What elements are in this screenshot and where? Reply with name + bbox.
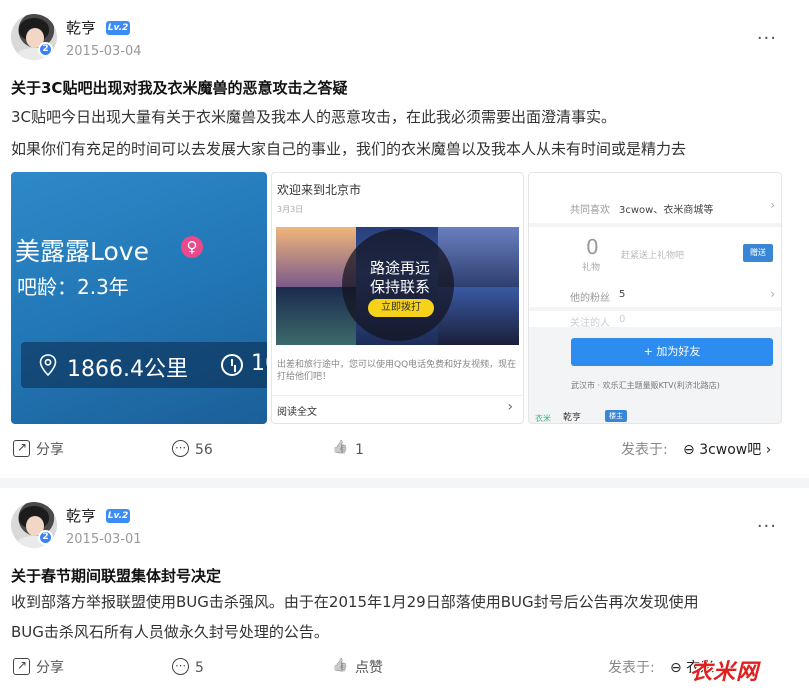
chevron-right-icon: ›: [507, 399, 513, 415]
comment-button[interactable]: 56: [172, 438, 213, 460]
chevron-right-icon: ›: [770, 198, 775, 212]
add-friend-button: + 加为好友: [571, 338, 773, 366]
female-icon: ♀: [181, 236, 203, 258]
send-gift-button: 赠送: [743, 244, 773, 262]
post-image-article[interactable]: 欢迎来到北京市 3月3日 路途再远 保持联系 立即拨打 出差和旅行途中，您可以使…: [271, 172, 524, 424]
thumbs-up-icon: [332, 440, 349, 457]
forum-name: 3cwow吧: [699, 442, 762, 458]
common-label: 共同喜欢: [570, 205, 610, 216]
site-watermark: 衣米网: [690, 660, 760, 685]
follow-label: 关注的人: [570, 318, 610, 329]
common-value: 3cwow、衣米商城等: [619, 205, 714, 216]
post-card: 2 乾亨 Lv.2 2015-03-04 ··· 关于3C贴吧出现对我及衣米魔兽…: [0, 0, 809, 478]
profile-age: 吧龄：2.3年: [17, 275, 129, 299]
post-actions: 分享 5 点赞 发表于: ⊖ 衣米: [0, 655, 809, 688]
chevron-right-icon: ›: [770, 287, 775, 301]
share-label: 分享: [36, 660, 64, 676]
forum-link[interactable]: ⊖ 3cwow吧 ›: [683, 440, 771, 460]
clock-icon: [221, 354, 243, 376]
call-button: 立即拨打: [368, 299, 434, 317]
city-photo-collage: 路途再远 保持联系 立即拨打: [276, 227, 519, 345]
article-message: 出差和旅行途中，您可以使用QQ电话免费和好友视频，现在打给他们吧！: [277, 360, 517, 382]
verified-badge-icon: 2: [38, 530, 53, 545]
post-image-profile[interactable]: 美露露Love ♀ 吧龄：2.3年 1866.4公里 10: [11, 172, 267, 424]
follow-value: 0: [619, 314, 626, 325]
gift-count: 0: [586, 235, 599, 259]
fans-label: 他的粉丝: [570, 293, 610, 304]
common-row: 共同喜欢 3cwow、衣米商城等 ›: [529, 173, 781, 223]
bottom-author: 乾亨: [563, 413, 582, 423]
share-icon: [13, 437, 30, 457]
distance-value: 1866.4公里: [67, 357, 188, 382]
read-all-link: 阅读全文: [277, 407, 317, 418]
like-label: 点赞: [355, 660, 383, 676]
like-button[interactable]: 1: [332, 440, 364, 460]
app-tag: 衣米: [535, 414, 551, 423]
post-body-line: 收到部落方举报联盟使用BUG击杀强风。由于在2015年1月29日部落使用BUG封…: [11, 593, 699, 611]
post-card: 2 乾亨 Lv.2 2015-03-01 ··· 关于春节期间联盟集体封号决定 …: [0, 488, 809, 695]
comment-count: 5: [195, 660, 204, 676]
like-button[interactable]: 点赞: [332, 658, 383, 678]
comment-count: 56: [195, 442, 213, 458]
follow-row: 关注的人 0: [529, 311, 781, 329]
overlay-text: 保持联系: [370, 278, 431, 296]
like-count: 1: [355, 442, 364, 458]
posted-in-label: 发表于:: [621, 442, 668, 458]
fans-row: 他的粉丝 5 ›: [529, 283, 781, 307]
comment-icon: [172, 438, 189, 458]
author-name[interactable]: 乾亨: [66, 505, 96, 526]
author-name[interactable]: 乾亨: [66, 17, 96, 38]
posted-in-label: 发表于:: [608, 660, 655, 676]
share-button[interactable]: 分享: [13, 437, 64, 460]
share-label: 分享: [36, 442, 64, 458]
article-date: 3月3日: [277, 205, 304, 214]
gift-row: 0 礼物 赶紧送上礼物吧 赠送: [529, 227, 781, 283]
comment-icon: [172, 656, 189, 676]
location-pin-icon: [39, 354, 59, 377]
post-date: 2015-03-01: [66, 532, 142, 547]
article-title: 欢迎来到北京市: [277, 183, 362, 197]
owner-badge: 楼主: [605, 410, 627, 422]
share-button[interactable]: 分享: [13, 655, 64, 678]
location-text: 武汉市 · 欢乐汇主题量贩KTV(利济北路店): [571, 381, 720, 390]
level-badge: Lv.2: [106, 509, 130, 523]
chevron-right-icon: ›: [765, 442, 772, 458]
fans-value: 5: [619, 289, 626, 300]
thumbs-up-icon: [332, 658, 349, 675]
more-options-icon[interactable]: ···: [757, 516, 777, 537]
post-image-usercard[interactable]: 共同喜欢 3cwow、衣米商城等 › 0 礼物 赶紧送上礼物吧 赠送 他的粉丝 …: [528, 172, 782, 424]
post-title[interactable]: 关于春节期间联盟集体封号决定: [11, 565, 221, 586]
post-separator: [0, 478, 809, 488]
gift-label: 礼物: [582, 263, 601, 273]
post-body-line: 如果你们有充足的时间可以去发展大家自己的事业，我们的衣米魔兽以及我本人从未有时间…: [11, 140, 687, 158]
gift-message: 赶紧送上礼物吧: [621, 251, 685, 261]
overlay-text: 路途再远: [370, 259, 431, 277]
post-title[interactable]: 关于3C贴吧出现对我及衣米魔兽的恶意攻击之答疑: [11, 77, 347, 98]
more-options-icon[interactable]: ···: [757, 28, 777, 49]
post-body-line: 3C贴吧今日出现大量有关于衣米魔兽及我本人的恶意攻击，在此我必须需要出面澄清事实…: [11, 108, 617, 126]
comment-button[interactable]: 5: [172, 656, 204, 678]
distance-bar: 1866.4公里 10: [21, 342, 267, 388]
divider: [272, 395, 523, 396]
level-badge: Lv.2: [106, 21, 130, 35]
verified-badge-icon: 2: [38, 42, 53, 57]
profile-name: 美露露Love: [15, 237, 149, 266]
share-icon: [13, 655, 30, 675]
time-value: 10: [251, 351, 267, 376]
post-body-line: BUG击杀风石所有人员做永久封号处理的公告。: [11, 623, 329, 641]
post-date: 2015-03-04: [66, 44, 142, 59]
post-actions: 分享 56 1 发表于: ⊖ 3cwow吧 ›: [0, 437, 809, 470]
